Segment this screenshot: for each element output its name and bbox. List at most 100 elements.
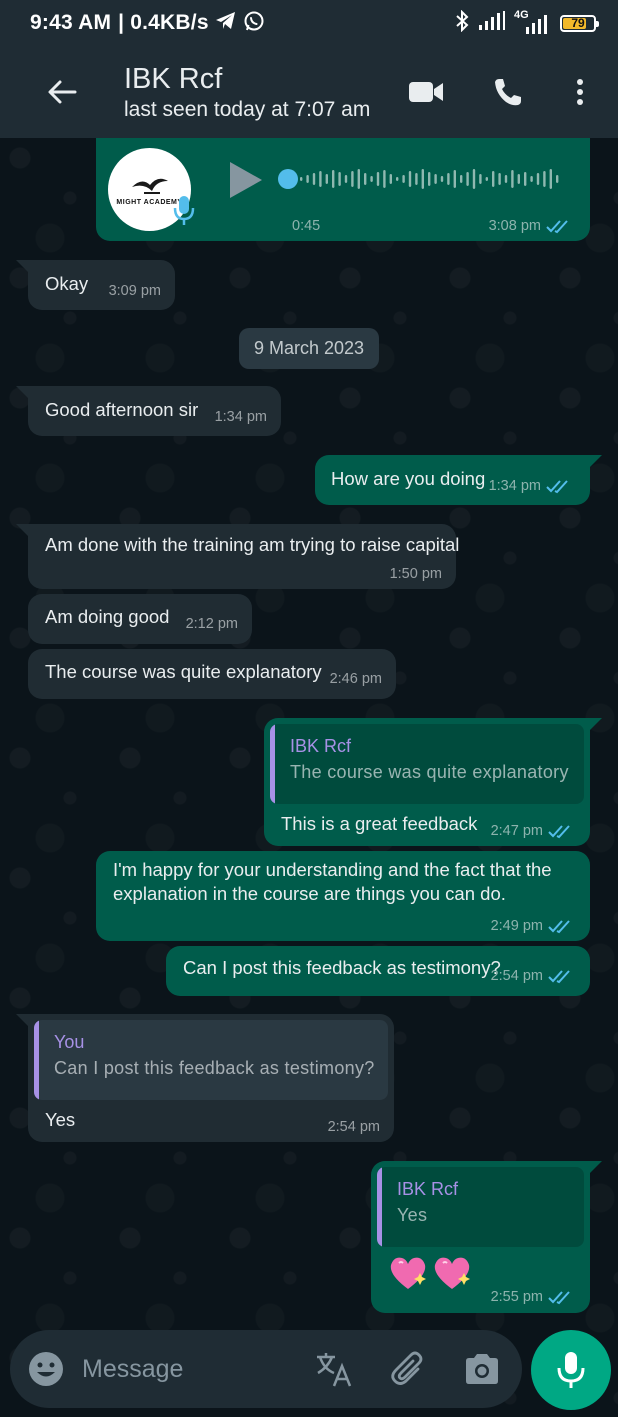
waveform-bar	[460, 175, 463, 183]
message-time: 2:49 pm	[490, 918, 543, 934]
message-input[interactable]	[82, 1354, 282, 1384]
bluetooth-icon	[454, 9, 470, 37]
waveform-bar	[402, 175, 405, 183]
message-meta: 2:47 pm	[491, 823, 574, 839]
more-options-button[interactable]	[550, 62, 610, 122]
message-text: Yes	[45, 1109, 76, 1130]
message-am-doing-good[interactable]: Am doing good 2:12 pm	[28, 594, 252, 644]
whatsapp-icon	[243, 10, 265, 37]
message-time: 1:34 pm	[215, 409, 267, 425]
attach-button[interactable]	[384, 1345, 432, 1393]
waveform-bar	[485, 177, 488, 181]
camera-icon	[466, 1354, 498, 1384]
waveform-bar	[389, 174, 392, 184]
message-course-explanatory[interactable]: The course was quite explanatory 2:46 pm	[28, 649, 396, 699]
back-button[interactable]	[32, 62, 92, 122]
read-ticks-icon	[548, 1291, 570, 1305]
message-yes-reply[interactable]: You Can I post this feedback as testimon…	[16, 1014, 394, 1142]
contact-name: IBK Rcf	[124, 63, 223, 95]
time-label: 2:12 pm	[185, 616, 238, 632]
waveform-bar	[415, 173, 418, 185]
quoted-message[interactable]: You Can I post this feedback as testimon…	[34, 1020, 388, 1100]
play-button[interactable]	[224, 160, 266, 205]
waveform-bar	[511, 170, 514, 188]
message-am-done[interactable]: Am done with the training am trying to r…	[16, 524, 459, 589]
voice-note-message[interactable]: MIGHT ACADEMY 0:45 3:08 pm	[96, 138, 590, 241]
time-label: 1:50 pm	[389, 566, 442, 582]
waveform-bar	[530, 176, 533, 182]
message-post-testimony[interactable]: Can I post this feedback as testimony? 2…	[166, 946, 590, 996]
emoji-icon	[29, 1352, 63, 1386]
translate-button[interactable]	[310, 1345, 358, 1393]
time-label: 2:46 pm	[329, 671, 382, 687]
waveform-bar	[396, 177, 399, 181]
message-great-feedback[interactable]: IBK Rcf The course was quite explanatory…	[264, 718, 602, 846]
voice-call-icon	[495, 79, 521, 106]
read-ticks-icon	[548, 920, 570, 934]
quoted-message[interactable]: IBK Rcf Yes	[377, 1167, 584, 1247]
mic-icon	[557, 1352, 585, 1388]
camera-button[interactable]	[458, 1345, 506, 1393]
waveform-bar	[370, 176, 373, 182]
message-okay[interactable]: Okay 3:09 pm	[16, 260, 175, 310]
time-label: 2:54 pm	[327, 1119, 380, 1135]
voice-record-button[interactable]	[531, 1330, 611, 1410]
waveform-bar	[517, 174, 520, 184]
sparkling-heart-icon	[390, 1257, 426, 1289]
waveform-bar	[338, 172, 341, 186]
video-call-button[interactable]	[396, 62, 456, 122]
might-academy-logo-icon	[131, 178, 168, 194]
waveform-bar	[351, 171, 354, 187]
message-text: Okay	[45, 273, 89, 294]
waveform-bar	[319, 171, 322, 187]
network-4g-signal-icon: 4G	[514, 9, 552, 35]
voice-note-duration: 0:45	[292, 218, 321, 234]
waveform-playhead[interactable]	[278, 169, 298, 189]
quote-author: IBK Rcf	[290, 736, 352, 756]
waveform-bar	[556, 175, 559, 183]
message-happy-understanding[interactable]: I'm happy for your understanding and the…	[96, 851, 590, 941]
message-text: I'm happy for your understanding and the…	[113, 859, 552, 904]
signal-icon	[478, 10, 506, 36]
message-time: 3:08 pm	[488, 218, 541, 234]
message-hearts-reply[interactable]: IBK Rcf Yes 2:55 pm	[371, 1161, 602, 1313]
quote-text: Yes	[397, 1205, 428, 1225]
message-time: 2:47 pm	[490, 823, 543, 839]
message-meta: 2:54 pm	[491, 968, 574, 984]
quote-author: You	[54, 1032, 85, 1052]
message-time: 2:55 pm	[490, 1289, 543, 1305]
message-good-afternoon[interactable]: Good afternoon sir 1:34 pm	[16, 386, 281, 436]
waveform-bar	[300, 177, 303, 181]
waveform-bar	[383, 170, 386, 188]
contact-info[interactable]: IBK Rcf last seen today at 7:07 am	[124, 62, 370, 122]
waveform-bar	[428, 172, 431, 186]
waveform-bar	[440, 176, 444, 182]
waveform-bar	[447, 173, 450, 185]
translate-icon	[317, 1353, 352, 1387]
voice-call-button[interactable]	[478, 62, 538, 122]
read-ticks-icon	[546, 480, 568, 494]
attach-icon	[391, 1351, 423, 1385]
message-meta: 1:34 pm	[489, 478, 572, 494]
whatsapp-chat-screen: 9:43 AM | 0.4KB/s 4G 79 IBK Rcf last see…	[0, 0, 618, 1417]
waveform-bar	[479, 174, 482, 184]
date-separator: 9 March 2023	[239, 328, 379, 369]
waveform-bar	[549, 169, 552, 189]
emoji-button[interactable]	[22, 1345, 70, 1393]
battery-level: 79	[571, 16, 585, 30]
chat-header: IBK Rcf last seen today at 7:07 am	[0, 46, 618, 138]
sparkling-heart-icon	[434, 1257, 470, 1289]
read-ticks-icon	[548, 970, 570, 984]
message-how-are-you[interactable]: How are you doing 1:34 pm	[315, 455, 602, 505]
waveform-bar	[306, 175, 309, 183]
message-text: This is a great feedback	[281, 813, 478, 834]
quoted-message[interactable]: IBK Rcf The course was quite explanatory	[270, 724, 584, 804]
quote-bar	[34, 1020, 39, 1100]
read-ticks-icon	[548, 825, 570, 839]
network-speed: | 0.4KB/s	[118, 11, 209, 34]
waveform-bar	[357, 169, 360, 189]
audio-waveform-slider[interactable]	[278, 162, 568, 201]
quote-bar	[377, 1167, 382, 1247]
waveform-bar	[524, 172, 527, 186]
waveform-bar	[504, 175, 508, 183]
